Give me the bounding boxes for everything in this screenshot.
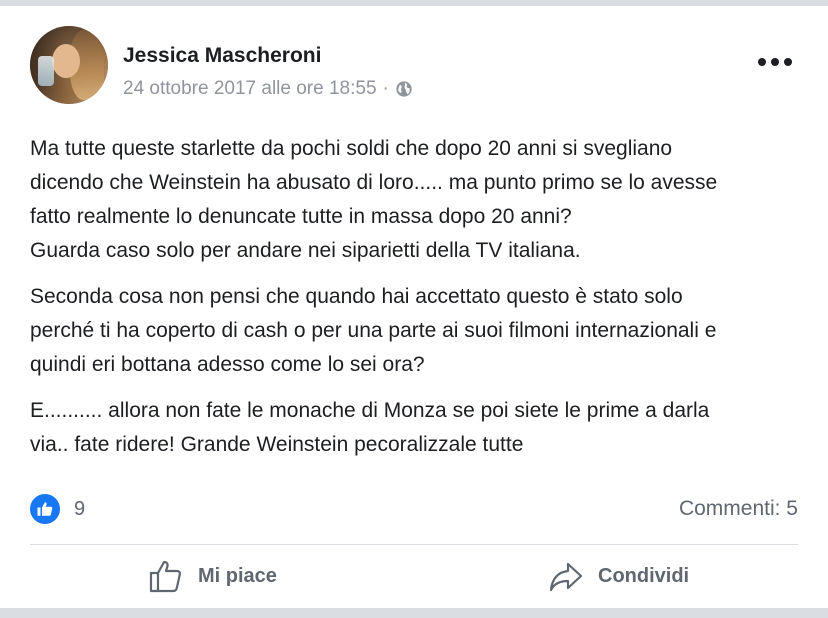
post-text: Ma tutte queste starlette da pochi soldi… — [30, 132, 810, 474]
more-options-icon[interactable] — [758, 56, 792, 68]
post-meta: 24 ottobre 2017 alle ore 18:55 · — [123, 78, 413, 100]
like-button-label: Mi piace — [198, 564, 277, 587]
comments-count[interactable]: Commenti: 5 — [679, 497, 798, 521]
post-timestamp[interactable]: 24 ottobre 2017 alle ore 18:55 — [123, 78, 377, 100]
divider — [30, 544, 798, 545]
share-button-label: Condividi — [598, 564, 690, 587]
reactions-summary[interactable]: 9 — [30, 494, 85, 524]
post-paragraph: Seconda cosa non pensi che quando hai ac… — [30, 285, 717, 376]
thumbs-up-icon — [149, 560, 182, 593]
meta-separator: · — [382, 78, 389, 99]
post-paragraph: E.......... allora non fate le monache d… — [30, 399, 710, 456]
post-header: Jessica Mascheroni 24 ottobre 2017 alle … — [30, 26, 798, 108]
avatar[interactable] — [30, 26, 108, 104]
action-bar: Mi piace Condividi — [0, 554, 828, 606]
like-reaction-icon — [30, 494, 60, 524]
share-arrow-icon — [549, 562, 583, 592]
like-count: 9 — [74, 497, 86, 520]
post-card: Jessica Mascheroni 24 ottobre 2017 alle … — [0, 6, 828, 608]
like-button[interactable]: Mi piace — [148, 558, 277, 594]
feed-background — [0, 608, 828, 618]
post-paragraph: Ma tutte queste starlette da pochi soldi… — [30, 137, 718, 262]
author-name[interactable]: Jessica Mascheroni — [123, 44, 321, 68]
globe-icon — [396, 81, 412, 97]
share-button[interactable]: Condividi — [548, 558, 689, 594]
